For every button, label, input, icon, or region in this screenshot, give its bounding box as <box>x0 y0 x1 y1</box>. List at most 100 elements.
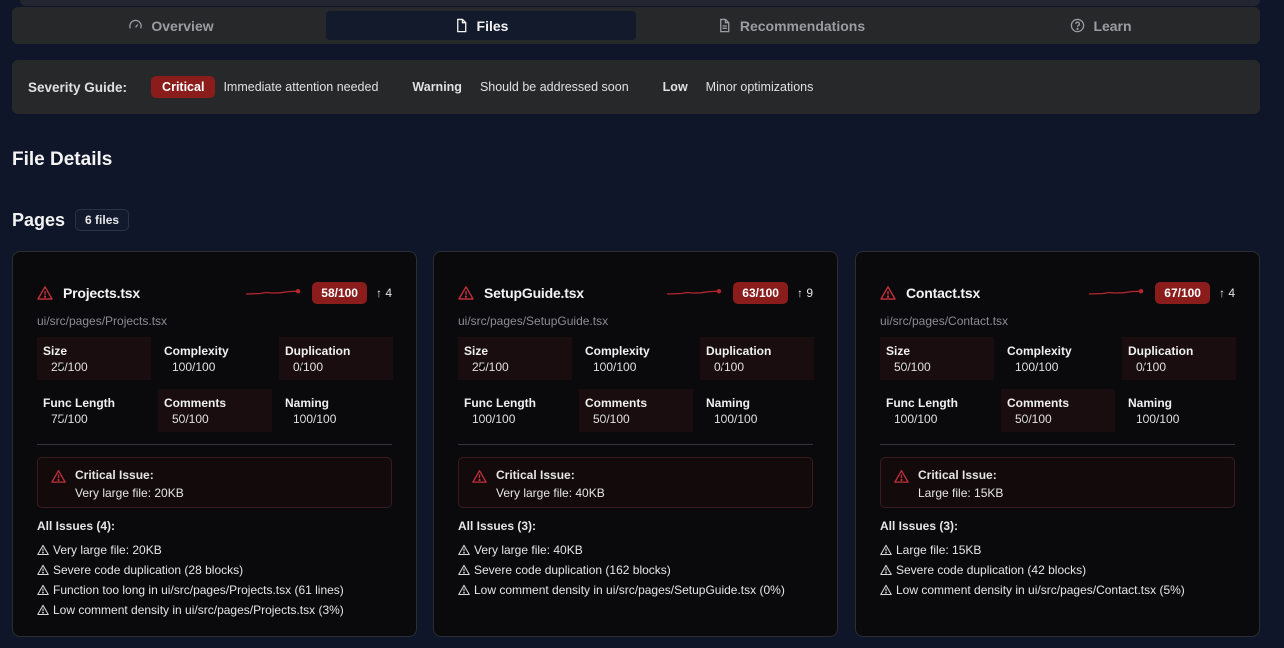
metric-label: Func Length <box>43 396 115 410</box>
tab-files[interactable]: Files <box>326 11 636 40</box>
metric-cell: Naming 100/100 <box>700 389 814 432</box>
metric-cell: Complexity 100/100 <box>579 337 693 380</box>
tab-label: Learn <box>1093 17 1132 34</box>
metric-label: Complexity <box>1007 344 1072 358</box>
metric-label: Naming <box>706 396 751 410</box>
metric-cell: Comments 50/100 <box>1001 389 1115 432</box>
critical-badge: Critical <box>151 76 216 98</box>
critical-warning-icon <box>37 286 53 300</box>
issue-text: Severe code duplication (42 blocks) <box>896 563 1087 577</box>
metric-label: Naming <box>285 396 330 410</box>
tab-learn[interactable]: Learn <box>946 11 1256 40</box>
critical-issue-title: Critical Issue: <box>496 468 575 482</box>
warning-icon <box>37 564 49 576</box>
issue-item: Low comment density in ui/src/pages/Setu… <box>458 580 785 600</box>
critical-warning-icon <box>894 470 909 483</box>
metric-label: Duplication <box>285 344 351 358</box>
warning-label: Warning <box>412 80 462 94</box>
metric-value: 100/100 <box>164 360 266 374</box>
divider <box>37 444 392 445</box>
metric-label: Func Length <box>886 396 958 410</box>
issue-item: Low comment density in ui/src/pages/Cont… <box>880 580 1185 600</box>
section-header: Pages 6 files <box>12 209 130 231</box>
issue-text: Low comment density in ui/src/pages/Proj… <box>53 603 344 617</box>
card-header: Contact.tsx 67/100 ↑ 4 <box>880 282 1235 304</box>
section-title: Pages <box>12 209 66 230</box>
metric-value: 100/100 <box>585 360 687 374</box>
metric-label: Size <box>886 344 911 358</box>
metric-cell: Func Length 100/100 <box>458 389 572 432</box>
metric-label: Comments <box>1007 396 1070 410</box>
tab-label: Overview <box>151 17 214 34</box>
card-header: SetupGuide.tsx 63/100 ↑ 9 <box>458 282 813 304</box>
issues-list: All Issues (3): Very large file: 40KB Sev… <box>458 519 785 600</box>
metric-label: Naming <box>1128 396 1173 410</box>
tab-recommendations[interactable]: Recommendations <box>636 11 946 40</box>
warning-icon <box>880 584 892 596</box>
metric-value: 100/100 <box>706 412 808 426</box>
critical-warning-icon <box>458 286 474 300</box>
metric-label: Duplication <box>1128 344 1194 358</box>
metric-cell: Naming 100/100 <box>1122 389 1236 432</box>
metric-label: Func Length <box>464 396 536 410</box>
top-panel-edge <box>20 0 1260 6</box>
file-name[interactable]: SetupGuide.tsx <box>484 285 584 301</box>
metric-cell: Size 25/100 <box>458 337 572 380</box>
issue-item: Very large file: 20KB <box>37 540 344 560</box>
issue-item: Severe code duplication (28 blocks) <box>37 560 344 580</box>
warning-icon <box>37 604 49 616</box>
metric-cell: Complexity 100/100 <box>1001 337 1115 380</box>
critical-issue-box: Critical Issue: Very large file: 40KB <box>458 457 813 508</box>
file-name[interactable]: Projects.tsx <box>63 285 140 301</box>
trend-sparkline <box>246 289 301 295</box>
trend-sparkline <box>667 289 722 295</box>
metric-value: 0/100 <box>1128 360 1230 374</box>
severity-guide-title: Severity Guide: <box>28 79 128 95</box>
metric-value: 25/100 <box>43 360 145 374</box>
metric-label: Size <box>464 344 489 358</box>
file-icon <box>456 18 466 33</box>
warning-description: Should be addressed soon <box>479 80 629 94</box>
file-card[interactable]: Projects.tsx 58/100 ↑ 4 ui/src/pages/Pro… <box>12 251 417 637</box>
issue-item: Low comment density in ui/src/pages/Proj… <box>37 600 344 620</box>
critical-issue-box: Critical Issue: Very large file: 20KB <box>37 457 392 508</box>
metric-value: 100/100 <box>1128 412 1230 426</box>
metric-cell: Complexity 100/100 <box>158 337 272 380</box>
gauge-icon <box>129 19 143 29</box>
issues-list: All Issues (4): Very large file: 20KB Sev… <box>37 519 344 620</box>
issue-text: Large file: 15KB <box>896 543 982 557</box>
metric-label: Comments <box>585 396 648 410</box>
critical-issue-text: Large file: 15KB <box>918 486 1004 500</box>
file-name[interactable]: Contact.tsx <box>906 285 980 301</box>
divider <box>458 444 813 445</box>
file-card[interactable]: SetupGuide.tsx 63/100 ↑ 9 ui/src/pages/S… <box>433 251 838 637</box>
metric-cell: Size 25/100 <box>37 337 151 380</box>
critical-issue-title: Critical Issue: <box>75 468 154 482</box>
issue-text: Severe code duplication (162 blocks) <box>474 563 671 577</box>
warning-icon <box>458 544 470 556</box>
metric-value: 100/100 <box>886 412 988 426</box>
warning-icon <box>880 544 892 556</box>
metric-value: 25/100 <box>464 360 566 374</box>
trend-value: ↑ 4 <box>1218 286 1235 300</box>
issue-text: Very large file: 40KB <box>474 543 583 557</box>
metric-label: Size <box>43 344 68 358</box>
metric-value: 50/100 <box>1007 412 1109 426</box>
critical-warning-icon <box>472 470 487 483</box>
metric-value: 75/100 <box>43 412 145 426</box>
tab-overview[interactable]: Overview <box>16 11 326 40</box>
issue-item: Function too long in ui/src/pages/Projec… <box>37 580 344 600</box>
metric-value: 100/100 <box>1007 360 1109 374</box>
metric-cell: Func Length 75/100 <box>37 389 151 432</box>
metric-value: 50/100 <box>886 360 988 374</box>
issue-item: Severe code duplication (162 blocks) <box>458 560 785 580</box>
warning-icon <box>37 584 49 596</box>
file-path: ui/src/pages/SetupGuide.tsx <box>458 314 609 328</box>
metric-cell: Naming 100/100 <box>279 389 393 432</box>
file-card[interactable]: Contact.tsx 67/100 ↑ 4 ui/src/pages/Cont… <box>855 251 1260 637</box>
metric-value: 100/100 <box>285 412 387 426</box>
severity-guide: Severity Guide: Critical Immediate atten… <box>12 60 1260 114</box>
critical-description: Immediate attention needed <box>223 80 379 94</box>
card-header: Projects.tsx 58/100 ↑ 4 <box>37 282 392 304</box>
tab-label: Files <box>476 17 509 34</box>
